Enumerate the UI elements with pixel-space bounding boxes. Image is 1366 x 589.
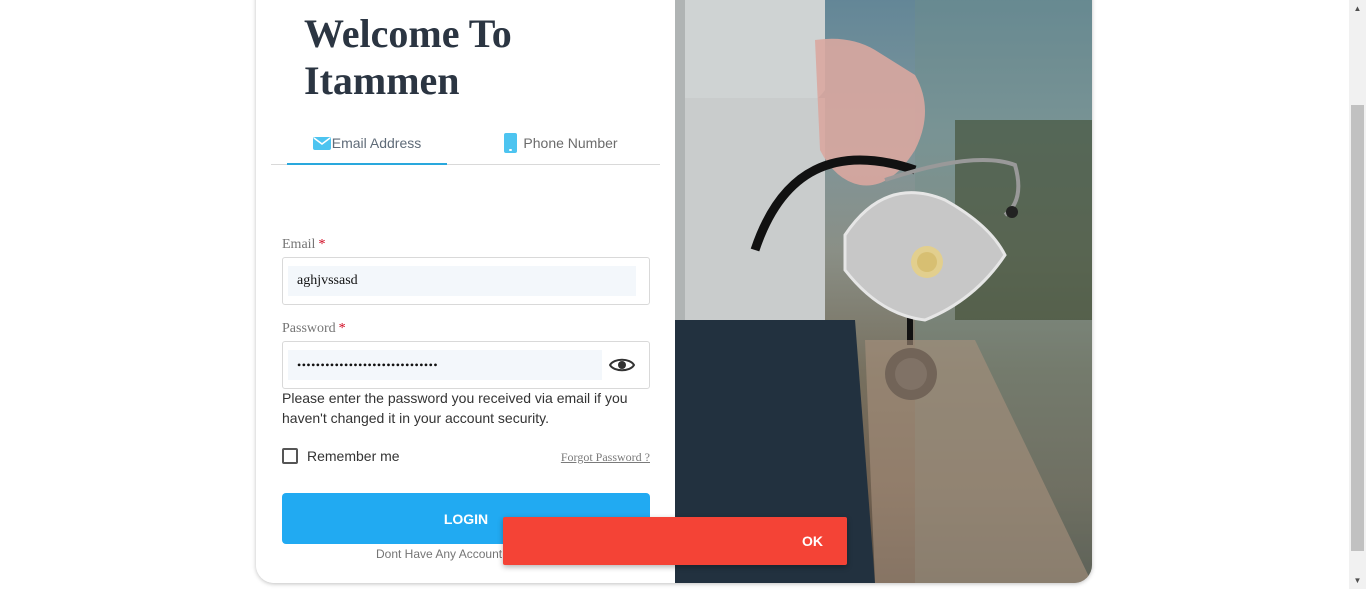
login-panel: Welcome To Itammen Email Address Phone N… [256,0,675,583]
login-method-tabs: Email Address Phone Number [271,122,660,165]
scroll-up-icon[interactable]: ▲ [1349,0,1366,17]
scroll-down-icon[interactable]: ▼ [1349,572,1366,589]
signup-prompt: Dont Have Any Account [376,547,503,561]
password-label: Password * [282,321,346,337]
page-scrollbar[interactable]: ▲ ▼ [1349,0,1366,589]
phone-icon [504,133,518,153]
remember-me[interactable]: Remember me [282,448,400,464]
email-input[interactable]: aghjvssasd [288,266,636,296]
snackbar-ok-button[interactable]: OK [802,517,823,565]
tab-phone-number[interactable]: Phone Number [481,122,641,164]
remember-label: Remember me [307,448,400,464]
password-hint: Please enter the password you received v… [282,390,628,426]
required-mark: * [338,321,346,336]
required-mark: * [318,237,326,252]
tab-email-address[interactable]: Email Address [287,122,447,165]
forgot-password-link[interactable]: Forgot Password ? [561,450,650,465]
error-snackbar: OK [503,517,847,565]
mail-icon [312,136,331,150]
password-label-text: Password [282,321,336,336]
doctor-illustration [675,0,1092,583]
email-label: Email * [282,237,325,253]
eye-icon[interactable] [609,354,635,376]
login-card: Welcome To Itammen Email Address Phone N… [256,0,1092,583]
password-input[interactable]: •••••••••••••••••••••••••••••• [288,350,602,380]
doctor-photo [675,0,1092,583]
page-title: Welcome To Itammen [304,11,512,103]
email-field[interactable]: aghjvssasd [282,257,650,305]
tab-email-label: Email Address [331,135,422,151]
password-field[interactable]: •••••••••••••••••••••••••••••• [282,341,650,389]
email-label-text: Email [282,237,316,252]
remember-checkbox[interactable] [282,448,298,464]
scrollbar-thumb[interactable] [1351,105,1364,551]
tab-phone-label: Phone Number [523,135,618,151]
